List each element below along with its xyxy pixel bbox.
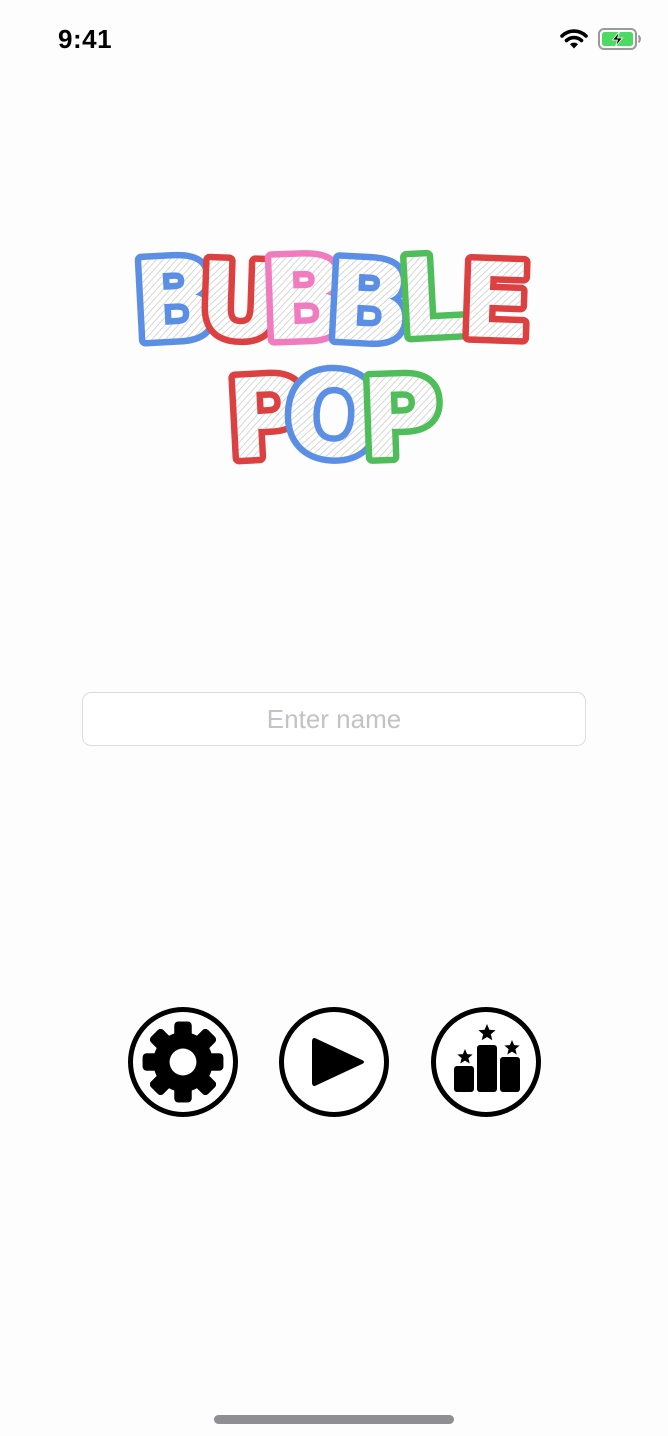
svg-text:P: P [359,353,444,482]
podium-icon [454,1024,520,1092]
svg-text:E: E [458,241,533,363]
bubble-pop-logo: BBBUUUBBBBBBLLLEEEPPPOOOPPP [124,227,540,492]
battery-charging-icon [598,28,641,50]
leaderboard-button[interactable] [431,1007,541,1117]
gear-icon [142,1021,224,1103]
logo-letter: EEE [452,234,540,369]
settings-button[interactable] [128,1007,238,1117]
home-indicator[interactable] [214,1415,454,1424]
name-input[interactable] [82,692,586,746]
play-button[interactable] [279,1007,389,1117]
status-bar: 9:41 [0,0,668,80]
play-icon [312,1038,364,1086]
wifi-icon [560,29,588,49]
status-icons [560,28,642,50]
logo-letter: PPP [352,346,450,490]
status-time: 9:41 [58,24,113,54]
